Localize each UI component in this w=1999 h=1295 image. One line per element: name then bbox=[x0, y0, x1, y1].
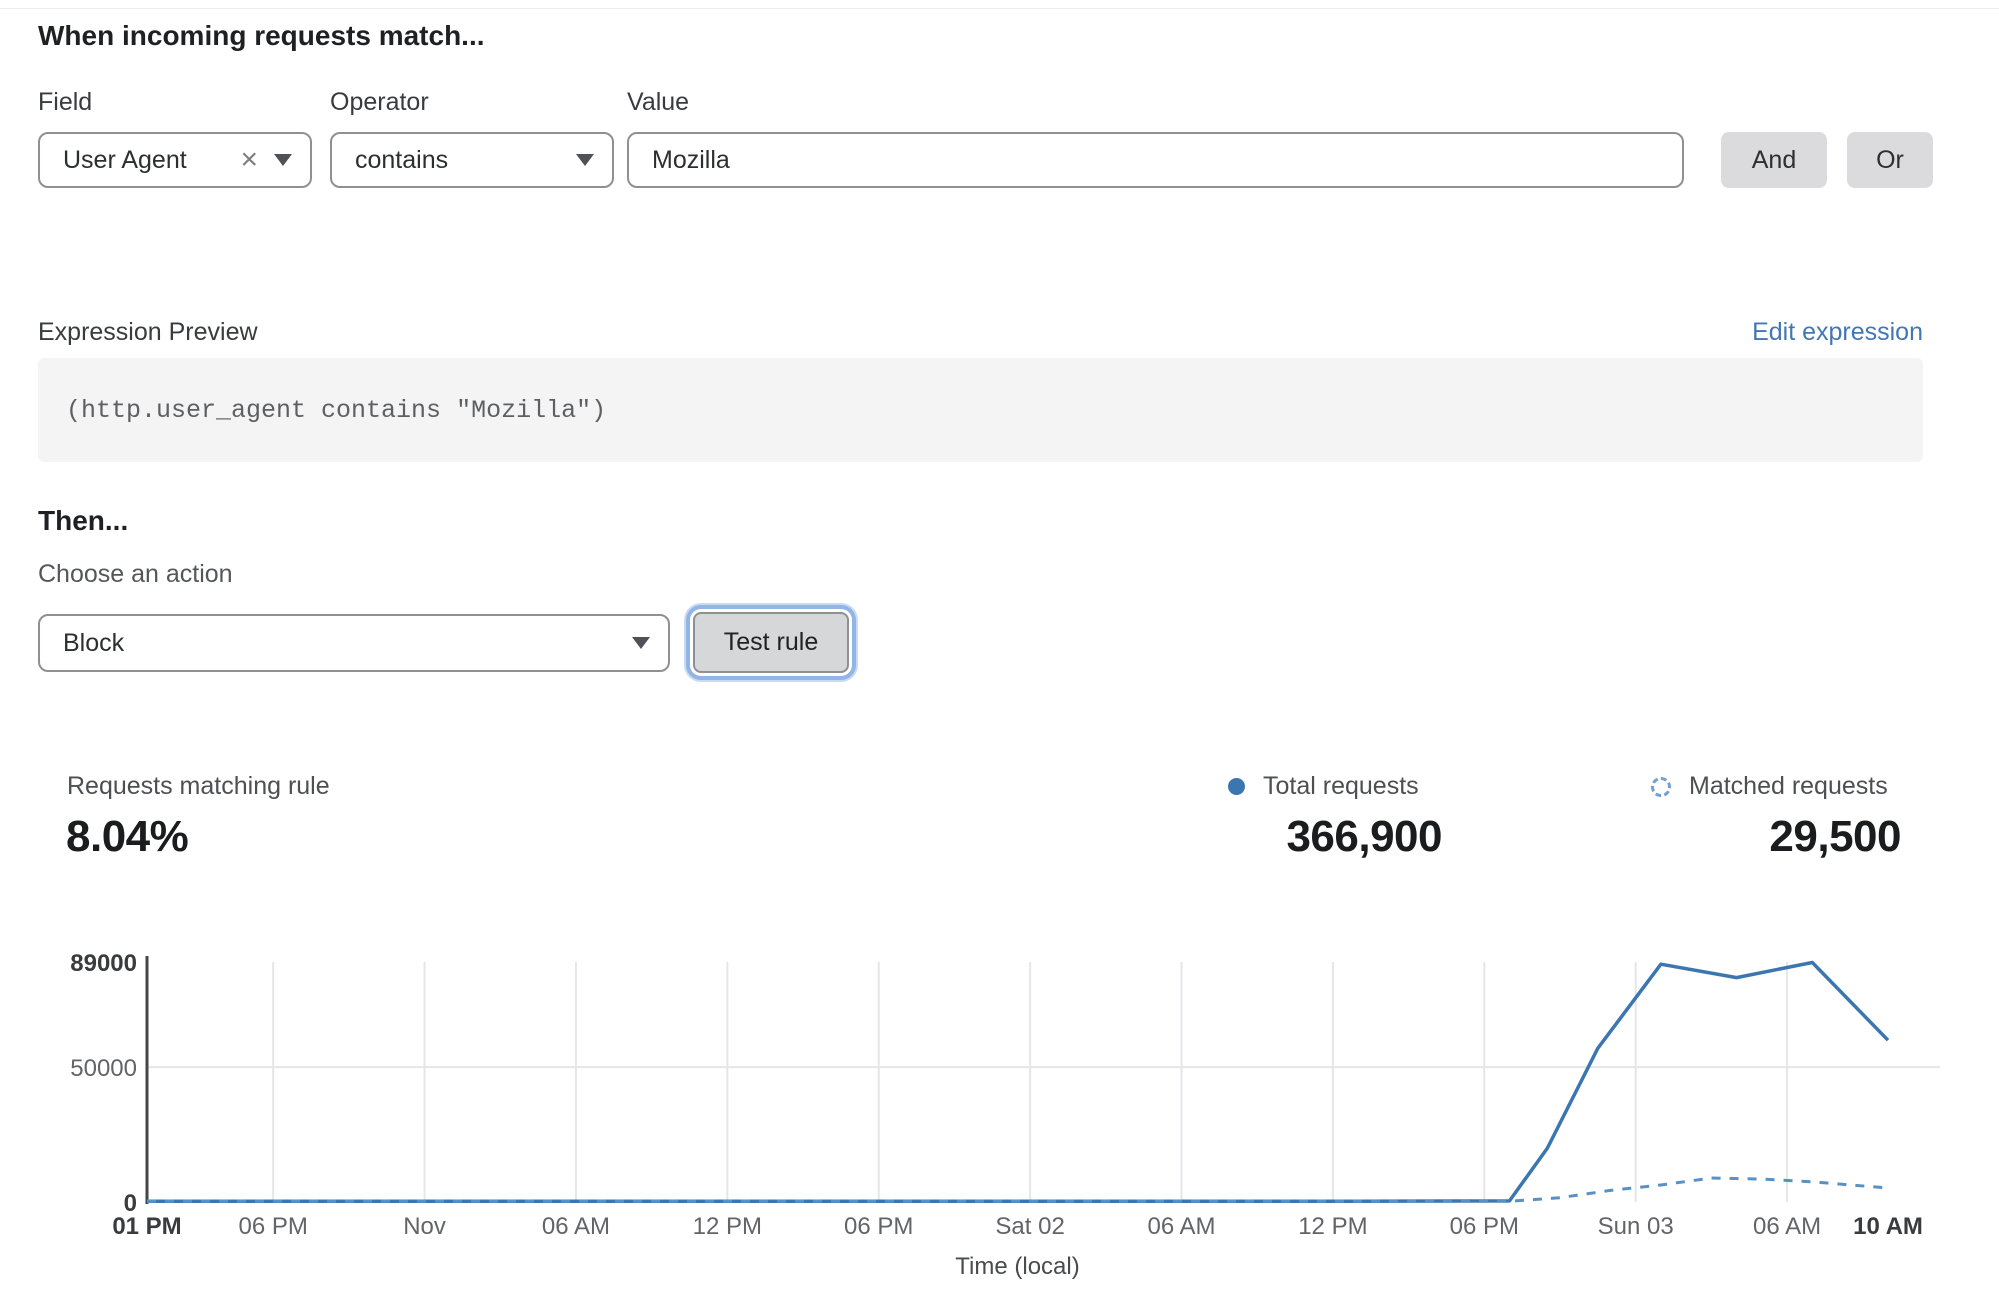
value-input[interactable] bbox=[627, 132, 1684, 188]
total-requests-label: Total requests bbox=[1263, 772, 1419, 801]
series-solid[interactable] bbox=[147, 963, 1888, 1202]
x-tick-label: 06 PM bbox=[238, 1213, 307, 1240]
chevron-down-icon bbox=[576, 154, 594, 166]
action-select-value: Block bbox=[40, 629, 632, 658]
or-button[interactable]: Or bbox=[1847, 132, 1933, 188]
operator-label: Operator bbox=[330, 88, 429, 117]
operator-select-value: contains bbox=[332, 146, 576, 175]
field-select[interactable]: User Agent × bbox=[38, 132, 312, 188]
top-divider bbox=[0, 8, 1999, 9]
expression-preview-label: Expression Preview bbox=[38, 318, 258, 347]
x-tick-label: 06 AM bbox=[542, 1213, 610, 1240]
expression-code: (http.user_agent contains "Mozilla") bbox=[38, 396, 606, 425]
x-tick-label: 12 PM bbox=[1298, 1213, 1367, 1240]
matched-requests-label: Matched requests bbox=[1689, 772, 1888, 801]
series-dashed[interactable] bbox=[147, 1178, 1888, 1201]
operator-select[interactable]: contains bbox=[330, 132, 614, 188]
x-tick-label: Sun 03 bbox=[1598, 1213, 1674, 1240]
x-tick-label: 06 PM bbox=[1450, 1213, 1519, 1240]
y-tick-label: 50000 bbox=[70, 1055, 137, 1082]
legend-matched-requests[interactable]: Matched requests bbox=[1651, 772, 1888, 801]
action-select[interactable]: Block bbox=[38, 614, 670, 672]
field-label: Field bbox=[38, 88, 92, 117]
edit-expression-link[interactable]: Edit expression bbox=[1523, 318, 1923, 347]
x-tick-label: Nov bbox=[403, 1213, 446, 1240]
matching-rule-value: 8.04% bbox=[66, 812, 188, 862]
x-tick-label: 06 PM bbox=[844, 1213, 913, 1240]
x-tick-label: 06 AM bbox=[1753, 1213, 1821, 1240]
then-section-title: Then... bbox=[38, 505, 128, 537]
clear-field-icon[interactable]: × bbox=[240, 145, 258, 175]
dashed-circle-icon bbox=[1651, 777, 1671, 797]
x-tick-label: 01 PM bbox=[112, 1213, 181, 1240]
firewall-rule-editor: When incoming requests match... Field Op… bbox=[0, 0, 1999, 1295]
x-tick-label: 10 AM bbox=[1853, 1213, 1923, 1240]
matching-rule-label: Requests matching rule bbox=[67, 772, 330, 801]
requests-chart[interactable]: 0500008900001 PM06 PMNov06 AM12 PM06 PMS… bbox=[0, 930, 1999, 1295]
chevron-down-icon bbox=[632, 637, 650, 649]
expression-code-box: (http.user_agent contains "Mozilla") bbox=[38, 358, 1923, 462]
x-tick-label: Sat 02 bbox=[995, 1213, 1064, 1240]
field-select-value: User Agent bbox=[40, 146, 240, 175]
match-section-title: When incoming requests match... bbox=[38, 20, 485, 52]
test-rule-button[interactable]: Test rule bbox=[693, 612, 849, 673]
y-tick-label: 89000 bbox=[70, 950, 137, 977]
x-tick-label: 06 AM bbox=[1147, 1213, 1215, 1240]
value-label: Value bbox=[627, 88, 689, 117]
x-tick-label: 12 PM bbox=[693, 1213, 762, 1240]
chevron-down-icon bbox=[274, 154, 292, 166]
total-requests-value: 366,900 bbox=[1142, 812, 1442, 862]
solid-dot-icon bbox=[1228, 778, 1245, 795]
choose-action-label: Choose an action bbox=[38, 560, 233, 589]
x-axis-title: Time (local) bbox=[955, 1253, 1079, 1280]
legend-total-requests[interactable]: Total requests bbox=[1228, 772, 1419, 801]
matched-requests-value: 29,500 bbox=[1601, 812, 1901, 862]
and-button[interactable]: And bbox=[1721, 132, 1827, 188]
